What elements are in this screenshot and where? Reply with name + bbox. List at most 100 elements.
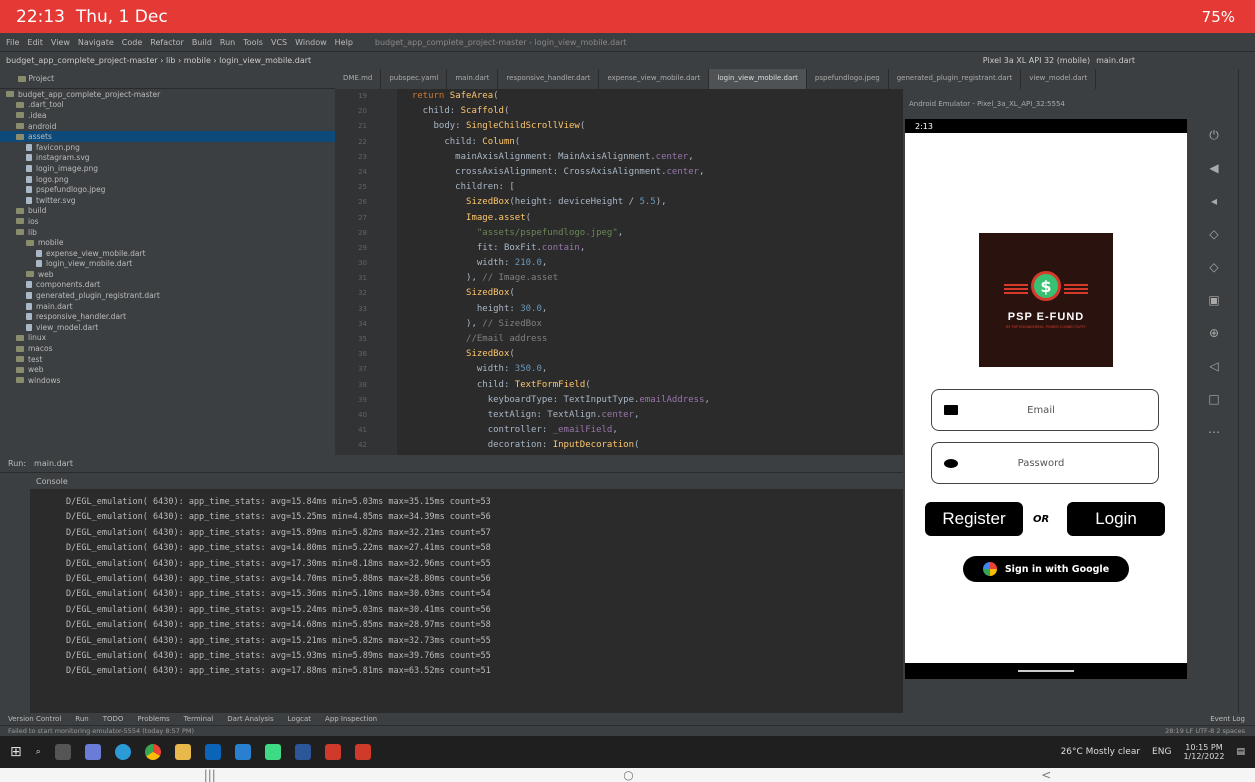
menu-vcs[interactable]: VCS	[271, 38, 287, 47]
editor-tab[interactable]: view_model.dart	[1021, 69, 1097, 89]
bottom-tool-app-inspection[interactable]: App Inspection	[325, 715, 377, 723]
bottom-tool-dart-analysis[interactable]: Dart Analysis	[227, 715, 273, 723]
project-tree-item[interactable]: favicon.png	[0, 142, 335, 153]
emulator-app-icon-2[interactable]	[354, 744, 371, 760]
run-config-tab[interactable]: main.dart	[34, 459, 73, 468]
code-line[interactable]: SizedBox(	[401, 347, 710, 362]
search-icon[interactable]: ⌕	[36, 747, 41, 757]
bottom-tool-event-log[interactable]: Event Log	[1210, 715, 1245, 723]
clock-date[interactable]: 1/12/2022	[1183, 752, 1224, 761]
volume-up-icon[interactable]: ◀	[1195, 152, 1233, 185]
windows-start-icon[interactable]: ⊞	[10, 744, 22, 760]
editor-tab[interactable]: main.dart	[447, 69, 499, 89]
menu-run[interactable]: Run	[220, 38, 235, 47]
menu-help[interactable]: Help	[335, 38, 353, 47]
code-text[interactable]: return SafeArea( child: Scaffold( body: …	[401, 89, 710, 455]
code-line[interactable]: Image.asset(	[401, 211, 710, 226]
home-gesture-bar[interactable]	[1018, 670, 1074, 672]
project-tree-item[interactable]: .dart_tool	[0, 100, 335, 111]
code-line[interactable]: return SafeArea(	[401, 89, 710, 104]
clock-time[interactable]: 10:15 PM	[1185, 743, 1222, 752]
code-line[interactable]: ), // Image.asset	[401, 271, 710, 286]
menu-window[interactable]: Window	[295, 38, 327, 47]
code-line[interactable]: controller: _emailField,	[401, 423, 710, 438]
menu-code[interactable]: Code	[122, 38, 142, 47]
code-line[interactable]: fit: BoxFit.contain,	[401, 241, 710, 256]
project-tree-item[interactable]: instagram.svg	[0, 153, 335, 164]
project-tree-item[interactable]: macos	[0, 343, 335, 354]
project-tree-item[interactable]: assets	[0, 131, 335, 142]
project-tree-item[interactable]: expense_view_mobile.dart	[0, 248, 335, 259]
menu-refactor[interactable]: Refactor	[150, 38, 184, 47]
project-tree-item[interactable]: ios	[0, 216, 335, 227]
editor-tab[interactable]: login_view_mobile.dart	[709, 69, 807, 89]
project-tree-item[interactable]: pspefundlogo.jpeg	[0, 184, 335, 195]
editor-tab[interactable]: pspefundlogo.jpeg	[807, 69, 889, 89]
password-field[interactable]: Password	[931, 442, 1159, 484]
email-field[interactable]: Email	[931, 389, 1159, 431]
code-line[interactable]: keyboardType: TextInputType.emailAddress…	[401, 393, 710, 408]
editor-tab[interactable]: expense_view_mobile.dart	[599, 69, 710, 89]
code-line[interactable]: textAlign: TextAlign.center,	[401, 408, 710, 423]
bottom-tool-version-control[interactable]: Version Control	[8, 715, 61, 723]
bottom-tool-run[interactable]: Run	[75, 715, 88, 723]
back-icon[interactable]: ◁	[1195, 350, 1233, 383]
code-line[interactable]: width: 210.0,	[401, 256, 710, 271]
power-icon[interactable]: ⏻	[1195, 119, 1233, 152]
android-studio-icon[interactable]	[264, 744, 281, 760]
project-tree-item[interactable]: view_model.dart	[0, 322, 335, 333]
screenshot-icon[interactable]: ▣	[1195, 284, 1233, 317]
code-line[interactable]: SizedBox(	[401, 286, 710, 301]
more-icon[interactable]: ⋯	[1195, 416, 1233, 449]
code-line[interactable]: ), // SizedBox	[401, 317, 710, 332]
edge-icon[interactable]	[114, 744, 131, 760]
bottom-tool-terminal[interactable]: Terminal	[184, 715, 214, 723]
code-line[interactable]: SizedBox(height: deviceHeight / 5.5),	[401, 195, 710, 210]
code-line[interactable]: children: [	[401, 180, 710, 195]
code-line[interactable]: body: SingleChildScrollView(	[401, 119, 710, 134]
code-line[interactable]: child: TextFormField(	[401, 378, 710, 393]
menu-file[interactable]: File	[6, 38, 19, 47]
menu-tools[interactable]: Tools	[243, 38, 263, 47]
project-tree-item[interactable]: android	[0, 121, 335, 132]
project-tree-item[interactable]: generated_plugin_registrant.dart	[0, 290, 335, 301]
menu-build[interactable]: Build	[192, 38, 212, 47]
login-button[interactable]: Login	[1067, 502, 1165, 536]
file-explorer-icon[interactable]	[174, 744, 191, 760]
project-tree-item[interactable]: linux	[0, 333, 335, 344]
project-header[interactable]: Project	[0, 69, 335, 89]
project-tree-item[interactable]: budget_app_complete_project-master	[0, 89, 335, 100]
overview-icon[interactable]: □	[1195, 383, 1233, 416]
code-line[interactable]: child: Column(	[401, 135, 710, 150]
task-view-icon[interactable]	[54, 744, 71, 760]
back-button[interactable]: <	[1041, 768, 1051, 782]
project-tree-item[interactable]: components.dart	[0, 280, 335, 291]
project-tree-item[interactable]: mobile	[0, 237, 335, 248]
device-selector[interactable]: Pixel 3a XL API 32 (mobile)	[983, 56, 1090, 65]
code-line[interactable]: width: 350.0,	[401, 362, 710, 377]
project-tree-item[interactable]: responsive_handler.dart	[0, 311, 335, 322]
mail-app-icon[interactable]	[204, 744, 221, 760]
code-line[interactable]: "assets/pspefundlogo.jpeg",	[401, 226, 710, 241]
google-signin-button[interactable]: Sign in with Google	[963, 556, 1129, 582]
run-config-selector[interactable]: main.dart	[1096, 56, 1135, 65]
project-tree-item[interactable]: .idea	[0, 110, 335, 121]
project-tree-item[interactable]: build	[0, 206, 335, 217]
bottom-tool-logcat[interactable]: Logcat	[288, 715, 311, 723]
menu-navigate[interactable]: Navigate	[78, 38, 114, 47]
project-tree-item[interactable]: login_view_mobile.dart	[0, 259, 335, 270]
vscode-icon[interactable]	[234, 744, 251, 760]
emulator-app-icon[interactable]	[324, 744, 341, 760]
chrome-icon[interactable]	[144, 744, 161, 760]
code-line[interactable]: mainAxisAlignment: MainAxisAlignment.cen…	[401, 150, 710, 165]
register-button[interactable]: Register	[925, 502, 1023, 536]
home-button[interactable]: ○	[623, 768, 633, 782]
bottom-tool-todo[interactable]: TODO	[103, 715, 124, 723]
camera-app-icon[interactable]	[84, 744, 101, 760]
code-editor[interactable]: 19 20 21 22 23 24 25 26 27 28 29 30 31 32 33 34 35 36 37 38…	[335, 89, 903, 455]
project-tree-item[interactable]: main.dart	[0, 301, 335, 312]
code-line[interactable]: height: 30.0,	[401, 302, 710, 317]
project-tree-item[interactable]: web	[0, 269, 335, 280]
rotate-left-icon[interactable]: ◇	[1195, 218, 1233, 251]
editor-tab[interactable]: pubspec.yaml	[381, 69, 448, 89]
